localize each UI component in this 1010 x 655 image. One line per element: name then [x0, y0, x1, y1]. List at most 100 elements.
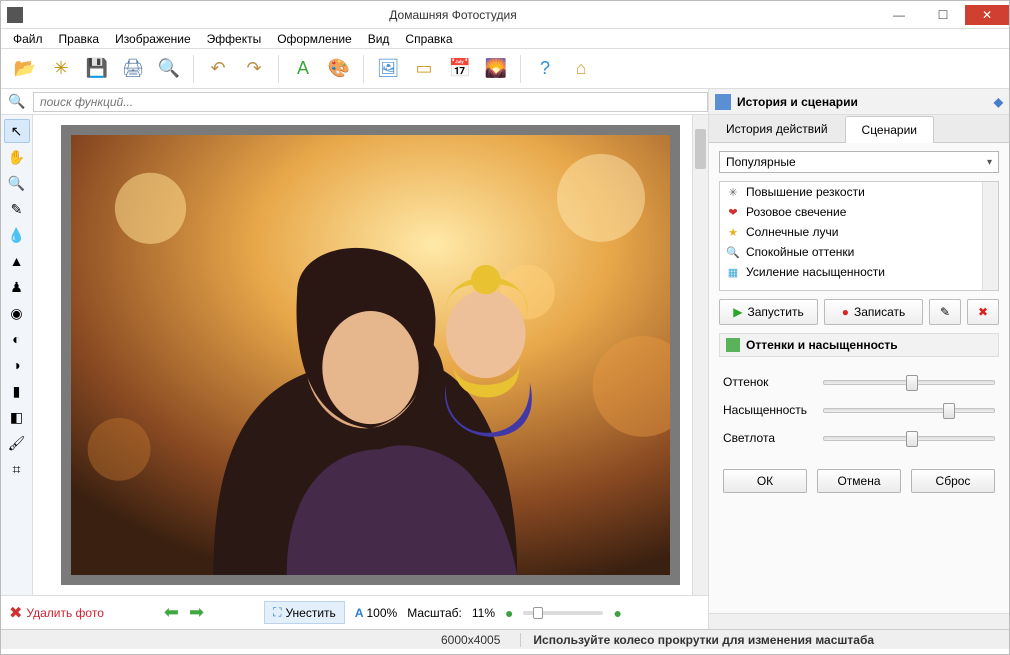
photo-canvas[interactable] — [71, 135, 670, 575]
delete-photo-label: Удалить фото — [26, 606, 103, 620]
lightness-slider[interactable] — [823, 436, 995, 441]
play-icon: ▶ — [733, 305, 742, 319]
hue-slider[interactable] — [823, 380, 995, 385]
delete-photo-button[interactable]: ✖ Удалить фото — [9, 603, 104, 623]
effects-vscrollbar[interactable] — [982, 182, 998, 290]
right-hscrollbar[interactable] — [709, 613, 1009, 629]
collapse-panel-button[interactable]: ◆ — [994, 95, 1003, 109]
crop-tool[interactable]: ⌗ — [4, 457, 30, 481]
effect-icon: ▦ — [726, 265, 740, 279]
eyedropper-tool[interactable]: ✎ — [4, 197, 30, 221]
effect-item[interactable]: ▦Усиление насыщенности — [720, 262, 998, 282]
effect-item[interactable]: ❤ Розовое свечение — [720, 202, 998, 222]
record-button[interactable]: ● Записать — [824, 299, 923, 325]
zoom-out-button[interactable]: ● — [505, 605, 513, 621]
canvas-vscrollbar[interactable] — [692, 115, 708, 595]
levels-tool[interactable]: ▮ — [4, 379, 30, 403]
reset-button[interactable]: Сброс — [911, 469, 995, 493]
cancel-button[interactable]: Отмена — [817, 469, 901, 493]
fit-button[interactable]: ⛶ Унестить — [264, 601, 345, 624]
statusbar: 6000x4005 Используйте колесо прокрутки д… — [1, 629, 1009, 649]
saturation-slider[interactable] — [823, 408, 995, 413]
save-icon[interactable]: 💾 — [81, 53, 113, 85]
stamp-tool[interactable]: ♟ — [4, 275, 30, 299]
delete-scenario-button[interactable]: ✖ — [967, 299, 999, 325]
tab-history[interactable]: История действий — [709, 115, 845, 142]
status-hint: Используйте колесо прокрутки для изменен… — [521, 633, 1009, 647]
tool-palette: ↖✋🔍✎💧▲♟◉◐◑▮◧🖌⌗ — [1, 115, 33, 595]
effect-item[interactable]: ★Солнечные лучи — [720, 222, 998, 242]
fit-label: Унестить — [285, 606, 335, 620]
search-icon: 🔍 — [1, 93, 33, 110]
hue-label: Оттенок — [723, 375, 813, 389]
open-folder-icon[interactable]: 📂 — [9, 53, 41, 85]
minimize-button[interactable]: — — [877, 5, 921, 25]
dodge-tool[interactable]: ◐ — [4, 327, 30, 351]
preview-icon[interactable]: 🔍 — [153, 53, 185, 85]
tab-scenarios[interactable]: Сценарии — [845, 116, 934, 143]
history-panel-header: История и сценарии ◆ — [709, 89, 1009, 115]
redeye-tool[interactable]: ◉ — [4, 301, 30, 325]
film-icon[interactable]: ✳ — [45, 53, 77, 85]
sharpen-tool[interactable]: ▲ — [4, 249, 30, 273]
main-toolbar: 📂✳💾🖨🔍 ↶↷ A🎨 🖼▭📅🌄 ?⌂ — [1, 49, 1009, 89]
calendar-icon[interactable]: 📅 — [444, 53, 476, 85]
search-row: 🔍 — [1, 89, 708, 115]
replace-color-tool[interactable]: ◧ — [4, 405, 30, 429]
close-button[interactable]: ✕ — [965, 5, 1009, 25]
effect-label: Спокойные оттенки — [746, 245, 854, 259]
undo-icon[interactable]: ↶ — [202, 53, 234, 85]
titlebar: Домашняя Фотостудия — ☐ ✕ — [1, 1, 1009, 29]
prev-button[interactable]: ⬅ — [164, 602, 179, 623]
menu-decor[interactable]: Оформление — [269, 30, 359, 48]
zoom-slider[interactable] — [523, 611, 603, 615]
zoom-label: Масштаб: — [407, 606, 462, 620]
effects-list: ✳Повышение резкости ❤ Розовое свечение ★Сол… — [719, 181, 999, 291]
saturation-label: Насыщенность — [723, 403, 813, 417]
redo-icon[interactable]: ↷ — [238, 53, 270, 85]
menu-help[interactable]: Справка — [397, 30, 460, 48]
help-icon[interactable]: ? — [529, 53, 561, 85]
status-dimensions: 6000x4005 — [421, 633, 521, 647]
window-title: Домашняя Фотостудия — [29, 8, 877, 22]
dropdown-value: Популярные — [726, 155, 796, 169]
menu-edit[interactable]: Правка — [51, 30, 108, 48]
history-panel-icon — [715, 94, 731, 110]
frame-icon[interactable]: ▭ — [408, 53, 440, 85]
effect-item[interactable]: ✳Повышение резкости — [720, 182, 998, 202]
maximize-button[interactable]: ☐ — [921, 5, 965, 25]
burn-tool[interactable]: ◑ — [4, 353, 30, 377]
scale-100-button[interactable]: A 100% — [355, 606, 397, 620]
delete-x-icon: ✖ — [978, 305, 988, 319]
hsl-section-icon — [726, 338, 740, 352]
blur-tool[interactable]: 💧 — [4, 223, 30, 247]
pointer-tool[interactable]: ↖ — [4, 119, 30, 143]
run-button[interactable]: ▶ Запустить — [719, 299, 818, 325]
next-button[interactable]: ➡ — [189, 602, 204, 623]
effect-icon: 🔍 — [726, 245, 740, 259]
menu-view[interactable]: Вид — [360, 30, 398, 48]
scenario-category-dropdown[interactable]: Популярные ▾ — [719, 151, 999, 173]
menu-file[interactable]: Файл — [5, 30, 51, 48]
canvas-area[interactable] — [33, 115, 708, 595]
search-input[interactable] — [33, 92, 708, 112]
print-icon[interactable]: 🖨 — [117, 53, 149, 85]
menu-image[interactable]: Изображение — [107, 30, 199, 48]
effect-item[interactable]: 🔍 Спокойные оттенки — [720, 242, 998, 262]
effect-label: Повышение резкости — [746, 185, 865, 199]
brush-tool[interactable]: 🖌 — [4, 431, 30, 455]
effect-label: Розовое свечение — [746, 205, 846, 219]
home-icon[interactable]: ⌂ — [565, 53, 597, 85]
effect-icon: ❤ — [726, 205, 740, 219]
postcard-icon[interactable]: 🌄 — [480, 53, 512, 85]
palette-icon[interactable]: 🎨 — [323, 53, 355, 85]
insert-image-icon[interactable]: 🖼 — [372, 53, 404, 85]
zoom-tool[interactable]: 🔍 — [4, 171, 30, 195]
wand-button[interactable]: ✎ — [929, 299, 961, 325]
zoom-in-button[interactable]: ● — [613, 605, 621, 621]
ok-button[interactable]: ОК — [723, 469, 807, 493]
text-icon[interactable]: A — [287, 53, 319, 85]
menu-effects[interactable]: Эффекты — [199, 30, 270, 48]
hand-tool[interactable]: ✋ — [4, 145, 30, 169]
wand-icon: ✎ — [940, 305, 950, 319]
